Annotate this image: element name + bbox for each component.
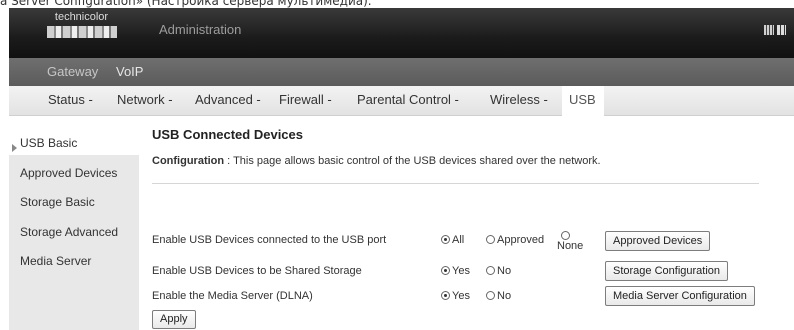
radio-selected-icon (441, 266, 450, 275)
sidebar-item-storage-advanced[interactable]: Storage Advanced (20, 225, 118, 239)
nav-wireless[interactable]: Wireless - (490, 92, 548, 107)
language-icon[interactable] (764, 25, 774, 35)
nav-network[interactable]: Network - (117, 92, 173, 107)
nav-voip[interactable]: VoIP (116, 64, 143, 79)
nav-advanced[interactable]: Advanced - (195, 92, 261, 107)
header-icons[interactable] (764, 25, 786, 35)
logo-text: technicolor (54, 11, 109, 23)
logout-icon[interactable] (777, 25, 786, 35)
sidebar-item-media-server[interactable]: Media Server (20, 254, 91, 268)
config-text: : This page allows basic control of the … (227, 155, 601, 167)
radio-approved[interactable]: Approved (486, 234, 544, 246)
radio-label: Yes (452, 265, 470, 277)
nav-usb[interactable]: USB (569, 92, 596, 107)
radio-selected-icon (441, 235, 450, 244)
radio-none-label: None (557, 240, 584, 252)
content-divider (152, 183, 759, 184)
nav-status[interactable]: Status - (48, 92, 93, 107)
radio-storage-yes[interactable]: Yes (441, 265, 470, 277)
main-nav: Status - Network - Advanced - Firewall -… (9, 86, 794, 117)
technicolor-logo: technicolor (44, 11, 119, 49)
radio-storage-no[interactable]: No (486, 265, 511, 277)
apply-button[interactable]: Apply (152, 310, 196, 329)
nav-gateway[interactable]: Gateway (47, 64, 98, 79)
active-tab-arrow (577, 110, 591, 117)
radio-selected-icon (441, 291, 450, 300)
page-caption: a Server Configuration» (Настройка серве… (0, 0, 794, 8)
sidebar-item-usb-basic[interactable]: USB Basic (12, 136, 78, 152)
radio-label: Approved (497, 234, 545, 246)
usb-port-label: Enable USB Devices connected to the USB … (152, 234, 387, 246)
config-label: Configuration (152, 155, 225, 167)
sidebar-item-label: USB Basic (20, 136, 78, 150)
shared-storage-label: Enable USB Devices to be Shared Storage (152, 265, 362, 277)
sidebar: USB Basic Approved Devices Storage Basic… (9, 130, 139, 330)
radio-label: No (497, 265, 512, 277)
radio-label: All (452, 234, 465, 246)
page-description: Configuration : This page allows basic c… (152, 155, 601, 167)
media-server-label: Enable the Media Server (DLNA) (152, 290, 313, 302)
logo-bar (46, 26, 117, 38)
radio-unselected-icon (486, 291, 495, 300)
page-title: USB Connected Devices (152, 127, 303, 142)
radio-unselected-icon (486, 235, 495, 244)
sidebar-item-storage-basic[interactable]: Storage Basic (20, 195, 95, 209)
approved-devices-button[interactable]: Approved Devices (605, 231, 711, 251)
radio-media-no[interactable]: No (486, 290, 511, 302)
radio-label: No (497, 290, 512, 302)
top-bar: technicolor Administration (9, 8, 794, 58)
admin-title: Administration (159, 22, 242, 37)
nav-firewall[interactable]: Firewall - (279, 92, 332, 107)
nav-parental-control[interactable]: Parental Control - (357, 92, 459, 107)
sidebar-item-approved-devices[interactable]: Approved Devices (20, 166, 117, 180)
radio-all[interactable]: All (441, 234, 464, 246)
section-nav: Gateway VoIP (9, 58, 794, 86)
radio-label: Yes (452, 290, 470, 302)
radio-unselected-icon (561, 231, 570, 240)
radio-unselected-icon (486, 266, 495, 275)
caret-right-icon (12, 144, 17, 152)
storage-configuration-button[interactable]: Storage Configuration (605, 261, 729, 281)
media-server-configuration-button[interactable]: Media Server Configuration (605, 286, 755, 306)
radio-media-yes[interactable]: Yes (441, 290, 470, 302)
